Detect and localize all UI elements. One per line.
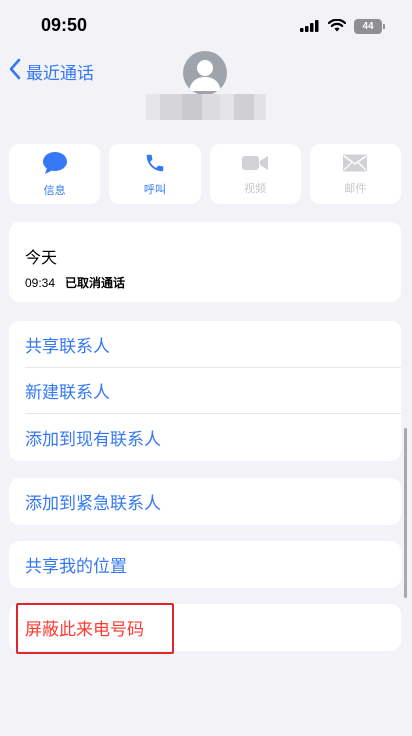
- status-time: 09:50: [41, 15, 88, 35]
- share-location-group: 共享我的位置: [9, 541, 401, 588]
- action-buttons: 信息 呼叫 视频 邮件: [9, 144, 401, 204]
- call-button[interactable]: 呼叫: [109, 144, 201, 204]
- contact-name-redacted: [146, 94, 266, 120]
- message-label: 信息: [43, 183, 66, 197]
- share-location-button[interactable]: 共享我的位置: [9, 541, 401, 588]
- block-caller-button[interactable]: 屏蔽此来电号码: [9, 604, 401, 651]
- message-button[interactable]: 信息: [9, 144, 101, 204]
- video-button[interactable]: 视频: [209, 144, 301, 204]
- mail-icon: [342, 153, 368, 177]
- video-label: 视频: [244, 181, 267, 195]
- back-label: 最近通话: [26, 64, 94, 84]
- add-to-existing-contact-button[interactable]: 添加到现有联系人: [9, 414, 401, 461]
- scrollbar[interactable]: [404, 428, 407, 598]
- call-label: 呼叫: [143, 182, 166, 196]
- video-icon: [241, 153, 269, 177]
- emergency-contact-group: 添加到紧急联系人: [9, 478, 401, 525]
- mail-button[interactable]: 邮件: [309, 144, 401, 204]
- message-icon: [42, 151, 68, 179]
- call-time: 09:34: [25, 276, 56, 290]
- add-emergency-contact-button[interactable]: 添加到紧急联系人: [9, 478, 401, 525]
- wifi-icon: [327, 17, 347, 36]
- phone-icon: [144, 152, 166, 178]
- call-date: 今天: [25, 248, 58, 267]
- call-history-card: 今天 09:34 已取消通话: [9, 222, 401, 302]
- status-icons: 44: [300, 17, 385, 36]
- status-bar: 09:50 44: [0, 0, 412, 50]
- call-detail: 09:34 已取消通话: [25, 274, 125, 291]
- mail-label: 邮件: [344, 181, 367, 195]
- contact-actions-group: 共享联系人 新建联系人 添加到现有联系人: [9, 321, 401, 461]
- battery-icon: 44: [354, 19, 385, 34]
- chevron-left-icon: [8, 58, 22, 85]
- call-status: 已取消通话: [65, 276, 126, 290]
- cellular-signal-icon: [300, 17, 320, 36]
- share-contact-button[interactable]: 共享联系人: [9, 321, 401, 368]
- back-button[interactable]: 最近通话: [8, 58, 94, 85]
- block-caller-group: 屏蔽此来电号码: [9, 604, 401, 651]
- new-contact-button[interactable]: 新建联系人: [9, 368, 401, 415]
- avatar: [183, 51, 227, 95]
